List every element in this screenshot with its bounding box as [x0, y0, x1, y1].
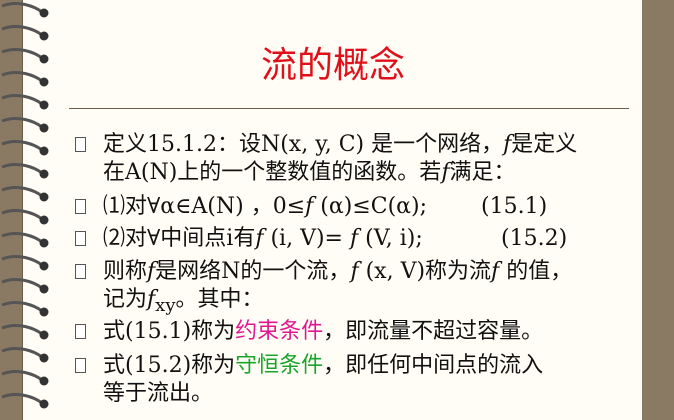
binding-hole — [39, 192, 49, 202]
binding-hole — [39, 100, 49, 110]
highlight-constraint: 约束条件 — [235, 319, 324, 344]
binding-hole — [39, 238, 49, 248]
list-item-condition-2: ⑵对∀中间点i有f (i, V)= f (V, i); (15.2) — [75, 225, 635, 253]
spiral-ring — [1, 278, 43, 290]
binding-hole — [39, 169, 49, 179]
bullet-box-icon — [75, 231, 86, 246]
binding-hole — [39, 123, 49, 133]
binding-hole — [39, 399, 49, 409]
constraint-text: 式(15.1)称为约束条件，即流量不超过容量。 — [103, 319, 544, 344]
spiral-ring — [1, 301, 43, 313]
binding-hole — [39, 31, 49, 41]
spiral-ring — [1, 163, 43, 175]
spiral-ring — [1, 209, 43, 221]
condition-1-text: ⑴对∀α∈A(N) ，0≤f (α)≤C(α); — [103, 194, 428, 219]
spiral-ring — [1, 2, 43, 14]
bullet-box-icon — [75, 199, 86, 214]
equation-number: (15.2) — [501, 226, 568, 251]
bullet-box-icon — [75, 324, 86, 339]
flow-line-2: 记为fxy。其中： — [103, 287, 264, 316]
spiral-ring — [1, 370, 43, 382]
binding-hole — [39, 215, 49, 225]
binding-hole — [39, 376, 49, 386]
binding-hole — [39, 284, 49, 294]
title-divider — [69, 108, 629, 109]
condition-2-text: ⑵对∀中间点i有f (i, V)= f (V, i); — [103, 226, 423, 251]
spiral-ring — [1, 324, 43, 336]
definition-line-1: 定义15.1.2：设N(x, y, C) 是一个网络，f是定义 — [103, 132, 578, 157]
spiral-ring — [1, 255, 43, 267]
spiral-ring — [1, 48, 43, 60]
spiral-ring — [1, 71, 43, 83]
conservation-line-1: 式(15.2)称为守恒条件，即任何中间点的流入 — [103, 353, 544, 378]
spiral-ring — [1, 347, 43, 359]
binding-hole — [39, 307, 49, 317]
binding-hole — [39, 353, 49, 363]
list-item-constraint: 式(15.1)称为约束条件，即流量不超过容量。 — [75, 318, 635, 346]
equation-number: (15.1) — [481, 194, 548, 219]
binding-hole — [39, 77, 49, 87]
binding-hole — [39, 54, 49, 64]
binding-hole — [39, 330, 49, 340]
flow-line-1: 则称f是网络N的一个流，f (x, V)称为流f 的值， — [103, 259, 573, 284]
spiral-ring — [1, 140, 43, 152]
list-item-condition-1: ⑴对∀α∈A(N) ，0≤f (α)≤C(α); (15.1) — [75, 193, 635, 221]
right-margin — [642, 0, 674, 420]
definition-line-2: 在A(N)上的一个整数值的函数。若f满足： — [103, 160, 516, 185]
list-item-flow-definition: 则称f是网络N的一个流，f (x, V)称为流f 的值， 记为fxy。其中： — [75, 258, 635, 316]
spiral-ring — [1, 25, 43, 37]
highlight-conservation: 守恒条件 — [235, 353, 324, 378]
binding-hole — [39, 8, 49, 18]
slide-title: 流的概念 — [260, 45, 405, 86]
spiral-ring — [1, 393, 43, 405]
spiral-ring — [1, 232, 43, 244]
slide: 流的概念 定义15.1.2：设N(x, y, C) 是一个网络，f是定义 在A(… — [22, 0, 643, 420]
binding-hole — [39, 146, 49, 156]
spiral-ring — [1, 94, 43, 106]
bullet-box-icon — [75, 358, 86, 373]
spiral-ring — [1, 186, 43, 198]
spiral-binding — [1, 2, 49, 409]
list-item-conservation: 式(15.2)称为守恒条件，即任何中间点的流入 等于流出。 — [75, 352, 635, 408]
spiral-ring — [1, 117, 43, 129]
bullet-box-icon — [75, 137, 86, 152]
list-item-definition: 定义15.1.2：设N(x, y, C) 是一个网络，f是定义 在A(N)上的一… — [75, 131, 635, 187]
bullet-box-icon — [75, 264, 86, 279]
conservation-line-2: 等于流出。 — [103, 381, 214, 406]
binding-hole — [39, 261, 49, 271]
